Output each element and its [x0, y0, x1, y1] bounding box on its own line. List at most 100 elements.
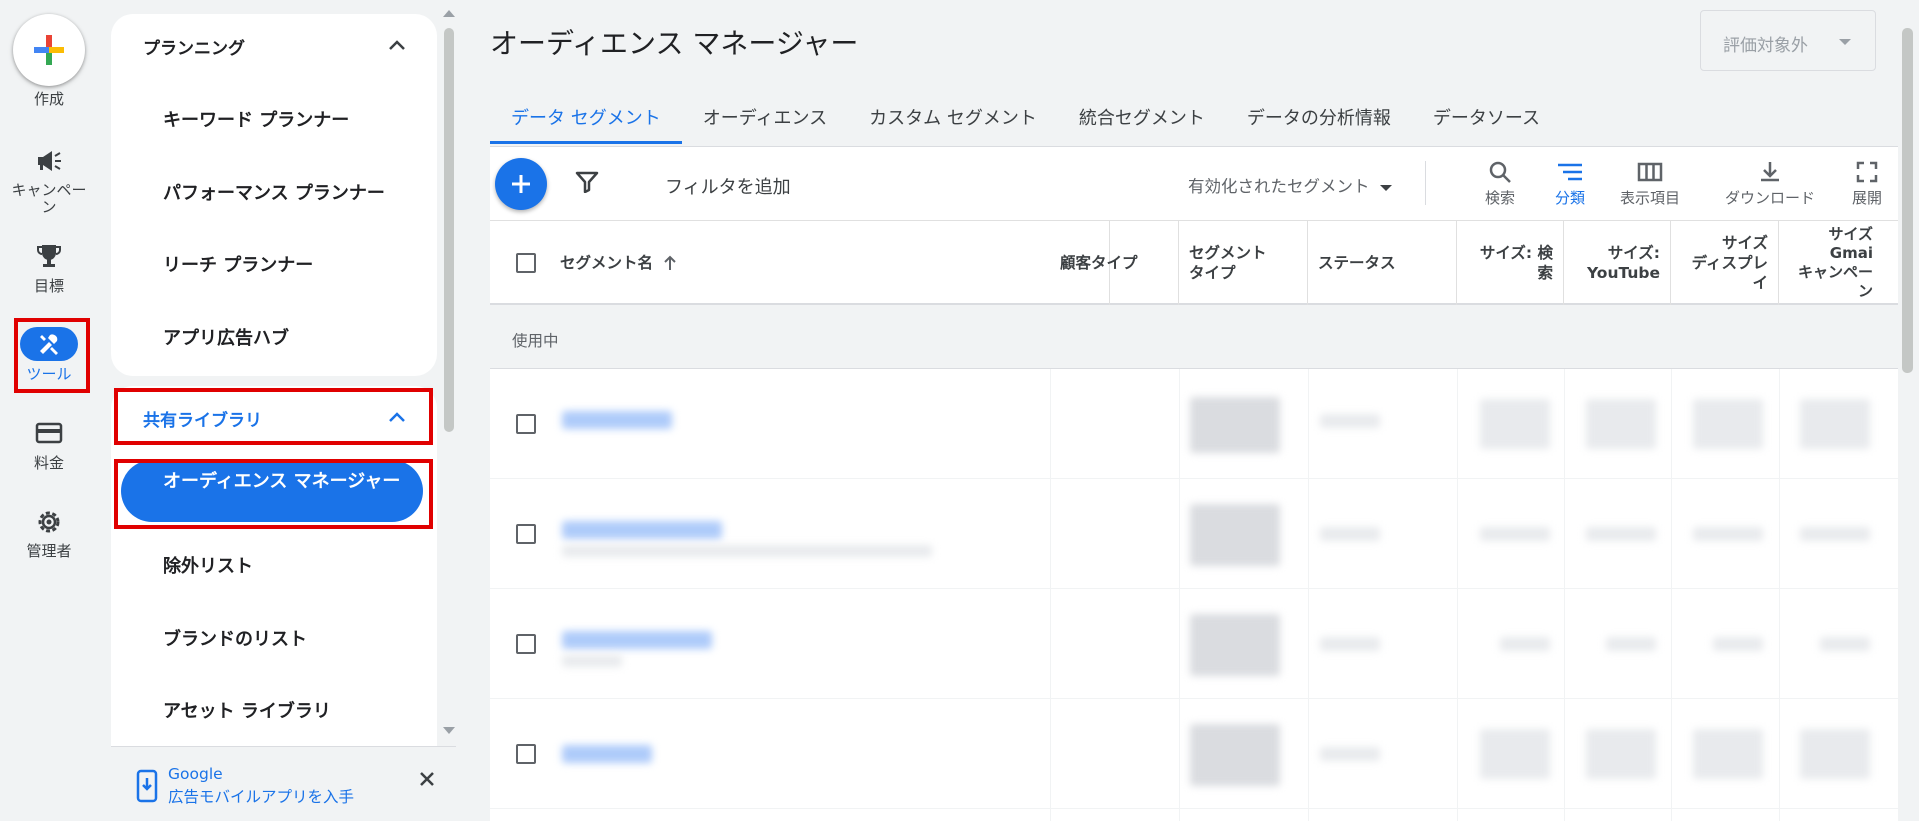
blurred-cell [1586, 729, 1656, 779]
header-segment-name[interactable]: セグメント名 [550, 221, 1110, 305]
nav-item-performance-planner[interactable]: パフォーマンス プランナー [163, 179, 385, 205]
main-scrollbar[interactable] [1902, 28, 1913, 373]
nav-item-reach-planner[interactable]: リーチ プランナー [163, 251, 313, 277]
table-toolbar: フィルタを追加 有効化されたセグメント 検索 分類 表示項目 ダウンロード 展開 [490, 147, 1898, 221]
caret-down-icon [1839, 39, 1851, 45]
segment-name-link[interactable] [562, 745, 652, 763]
row-checkbox[interactable] [516, 744, 536, 764]
segment-status-dropdown[interactable]: 有効化されたセグメント [1188, 173, 1392, 197]
nav-item-app-ad-hub[interactable]: アプリ広告ハブ [163, 324, 289, 350]
filter-icon[interactable] [575, 171, 599, 193]
group-row-in-use: 使用中 [490, 305, 1898, 369]
download-button[interactable]: ダウンロード [1710, 157, 1830, 208]
megaphone-icon[interactable] [0, 148, 98, 174]
columns-button[interactable]: 表示項目 [1610, 157, 1690, 208]
columns-label: 表示項目 [1619, 189, 1680, 207]
add-filter-button[interactable]: フィルタを追加 [665, 173, 791, 199]
search-label: 検索 [1484, 189, 1515, 207]
blurred-cell [1693, 399, 1763, 449]
nav-item-exclusion-lists[interactable]: 除外リスト [163, 552, 253, 578]
segment-label: 分類 [1554, 189, 1585, 207]
blurred-cell [1713, 637, 1763, 651]
tabs: データ セグメント オーディエンス カスタム セグメント 統合セグメント データ… [490, 96, 1561, 146]
close-icon[interactable] [419, 771, 435, 787]
search-button[interactable]: 検索 [1465, 157, 1535, 208]
table-row[interactable] [490, 589, 1898, 699]
plus-icon [512, 175, 530, 193]
blurred-cell [1190, 614, 1280, 676]
mobile-app-promo[interactable]: Google 広告モバイルアプリを入手 [111, 746, 456, 821]
blurred-cell [1586, 527, 1656, 541]
caret-down-icon [1379, 184, 1392, 191]
credit-card-icon[interactable] [0, 422, 98, 444]
segment-lines-icon [1558, 163, 1582, 181]
promo-line-1[interactable]: Google [168, 763, 354, 786]
add-segment-button[interactable] [495, 158, 547, 210]
header-size-gmail[interactable]: サイズ Gmai キャンペーン [1779, 221, 1883, 305]
promo-line-2[interactable]: 広告モバイルアプリを入手 [168, 786, 354, 809]
tab-custom-segments[interactable]: カスタム セグメント [848, 96, 1058, 144]
header-status[interactable]: ステータス [1308, 221, 1457, 305]
nav-scrollbar[interactable] [444, 28, 454, 432]
table-row[interactable] [490, 369, 1898, 479]
create-label: 作成 [33, 90, 64, 108]
eval-select-value: 評価対象外 [1723, 36, 1808, 56]
header-segment-type[interactable]: セグメント タイプ [1179, 221, 1308, 305]
nav-item-asset-library[interactable]: アセット ライブラリ [163, 697, 331, 723]
segment-button[interactable]: 分類 [1540, 157, 1600, 208]
highlight-audience-manager [114, 459, 433, 529]
chevron-up-icon[interactable] [387, 38, 407, 52]
billing-label: 料金 [33, 454, 64, 472]
page-title: オーディエンス マネージャー [490, 27, 859, 60]
header-customer-type[interactable]: 顧客タイプ [1050, 221, 1179, 305]
search-icon [1489, 161, 1511, 183]
scroll-down-arrow[interactable] [443, 727, 455, 734]
nav-item-keyword-planner[interactable]: キーワード プランナー [163, 106, 349, 132]
tab-data-sources[interactable]: データソース [1412, 96, 1561, 144]
blurred-cell [1693, 729, 1763, 779]
expand-label: 展開 [1851, 189, 1882, 207]
blurred-cell [1320, 527, 1380, 541]
header-size-search[interactable]: サイズ: 検索 [1457, 221, 1564, 305]
header-checkbox-cell [490, 221, 550, 305]
segment-status-value: 有効化されたセグメント [1188, 177, 1370, 196]
segment-name-link[interactable] [562, 521, 722, 539]
header-size-display[interactable]: サイズ ディスプレイ [1671, 221, 1779, 305]
blurred-cell [1480, 399, 1550, 449]
trophy-icon[interactable] [0, 242, 98, 270]
blurred-cell [1480, 527, 1550, 541]
gear-icon[interactable] [0, 508, 98, 536]
left-rail: 作成 キャンペー ン 目標 ツール 料金 管理者 [0, 0, 98, 821]
download-label: ダウンロード [1724, 189, 1815, 207]
tab-audiences[interactable]: オーディエンス [682, 96, 848, 144]
select-all-checkbox[interactable] [516, 253, 536, 273]
table-row[interactable] [490, 479, 1898, 589]
blurred-cell [1586, 399, 1656, 449]
planning-section: プランニング キーワード プランナー パフォーマンス プランナー リーチ プラン… [111, 14, 437, 376]
row-checkbox[interactable] [516, 634, 536, 654]
planning-header[interactable]: プランニング [143, 34, 245, 59]
highlight-shared-library [114, 388, 433, 445]
table-row[interactable] [490, 699, 1898, 809]
segment-description [562, 545, 932, 557]
tab-data-insights[interactable]: データの分析情報 [1226, 96, 1412, 144]
blurred-cell [1480, 729, 1550, 779]
blurred-cell [1800, 527, 1870, 541]
blurred-cell [1800, 399, 1870, 449]
scroll-up-arrow[interactable] [443, 10, 455, 17]
segment-name-link[interactable] [562, 411, 672, 429]
row-checkbox[interactable] [516, 414, 536, 434]
tab-combined-segments[interactable]: 統合セグメント [1058, 96, 1226, 144]
nav-item-brand-lists[interactable]: ブランドのリスト [163, 625, 307, 651]
header-size-youtube[interactable]: サイズ: YouTube [1564, 221, 1671, 305]
row-checkbox[interactable] [516, 524, 536, 544]
blurred-cell [1500, 637, 1550, 651]
blurred-cell [1190, 724, 1280, 786]
tab-data-segments[interactable]: データ セグメント [490, 96, 682, 144]
expand-button[interactable]: 展開 [1842, 157, 1892, 208]
eval-select[interactable]: 評価対象外 [1700, 10, 1876, 71]
segment-name-link[interactable] [562, 631, 712, 649]
create-button[interactable] [13, 14, 85, 86]
blurred-cell [1320, 637, 1380, 651]
blurred-cell [1320, 747, 1380, 761]
